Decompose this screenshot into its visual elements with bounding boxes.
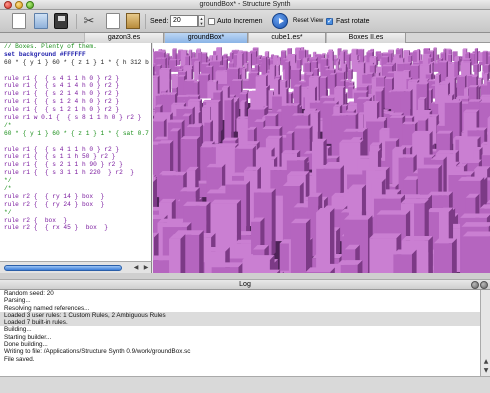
box [347,68,353,80]
fast-rotate-checkbox[interactable] [326,17,333,25]
log-entry: Done building... [4,341,48,349]
tab-gazon3[interactable]: gazon3.es [84,33,164,43]
scroll-left-icon[interactable]: ◀ [132,264,140,272]
log-entry: Loaded 3 user rules: 1 Custom Rules, 2 A… [0,311,480,320]
editor-line: rule r2 { { ry 14 } box } [4,192,105,200]
log-title: Log [239,281,251,288]
editor-line: rule r2 { { rx 45 } box } [4,224,108,232]
log-entry: Parsing... [4,297,31,305]
log-entry: Resolving named references... [4,304,90,312]
box [211,262,244,273]
editor-line: /* [4,185,12,193]
cut-icon[interactable]: ✂ [82,13,96,29]
log-entry: Starting builder... [4,333,52,341]
scroll-right-icon[interactable]: ▶ [142,264,150,272]
box [462,231,490,273]
box [277,57,282,66]
editor-line: rule r1 { { s 4 1 4 h 0 } r2 } [4,82,120,90]
box [340,260,363,273]
reset-view-button[interactable]: Reset View [293,18,323,24]
scroll-down-icon[interactable]: ▼ [482,367,490,375]
tab-boxes-ii[interactable]: Boxes II.es [326,33,406,43]
file-tabs: gazon3.es groundBox* cube1.es* Boxes II.… [0,33,490,43]
editor-line: rule r1 w 0.1 { { s 8 1 1 h 0 } r2 } [4,114,142,122]
script-editor[interactable]: // Boxes. Plenty of them. set background … [0,43,152,261]
tab-groundbox[interactable]: groundBox* [164,33,248,43]
save-icon[interactable] [54,13,68,29]
editor-line: */ [4,177,12,185]
scrollbar-thumb[interactable] [4,265,122,271]
title-bar: groundBox* - Structure Synth [0,0,490,10]
box [433,238,457,273]
toolbar: ✂ Seed: 20 ▲▼ Auto Incremen Reset View F… [0,10,490,33]
box [316,208,335,273]
toolbar-separator [76,14,77,29]
box [474,47,478,66]
editor-line: rule r1 { { s 2 1 1 h 90 } r2 } [4,161,123,169]
editor-line: /* [4,121,12,129]
editor-line: rule r2 { { ry 24 } box } [4,200,105,208]
fast-rotate-label: Fast rotate [336,18,370,25]
editor-line: 60 * { y 1 } 60 * { z 1 } 1 * { h 312 b … [4,58,149,66]
log-close-button[interactable] [480,281,488,289]
editor-line: rule r2 { box } [4,216,68,224]
auto-increment-label: Auto Incremen [217,18,263,25]
box [186,68,193,80]
editor-line: rule r1 { { s 1 2 4 h 0 } r2 } [4,98,120,106]
editor-line: rule r1 { { s 1 1 h 50 } r2 } [4,153,116,161]
log-vertical-scrollbar[interactable]: ▲ ▼ [480,290,490,376]
tab-cube1[interactable]: cube1.es* [248,33,326,43]
log-output: Random seed: 20 Parsing... Resolving named… [0,290,480,376]
box [209,55,213,61]
auto-increment-checkbox[interactable] [208,18,215,25]
box [169,234,186,273]
editor-line: rule r1 { { s 1 2 1 h 0 } r2 } [4,106,120,114]
editor-line: rule r1 { { s 4 1 1 h 0 } r2 } [4,74,120,82]
editor-horizontal-scrollbar[interactable]: ◀ ▶ [0,261,152,273]
seed-label: Seed: [150,18,169,25]
copy-icon[interactable] [106,13,120,29]
paste-icon[interactable] [126,13,140,29]
editor-line: 60 * { y 1 } 60 * { z 1 } 1 * { sat 0.7 … [4,129,149,137]
log-panel-header: Log [0,280,490,290]
editor-line: // Boxes. Plenty of them. [4,43,97,50]
rendered-boxes-scene[interactable] [153,43,490,273]
editor-line: rule r1 { { s 2 1 4 h 0 } r2 } [4,90,120,98]
log-entry: Writing to file: /Applications/Structure… [4,348,191,356]
status-bar [0,376,490,393]
log-entry: Building... [4,326,32,334]
box [224,97,234,144]
editor-line: rule r1 { { s 4 1 1 h 0 } r2 } [4,145,120,153]
3d-render-view[interactable] [153,43,490,273]
log-entry: Loaded 7 built-in rules. [0,319,480,327]
scroll-up-icon[interactable]: ▲ [482,358,490,366]
box [242,67,247,80]
box [290,218,311,273]
toolbar-separator [145,14,146,29]
log-entry: File saved. [4,355,35,363]
new-file-icon[interactable] [12,13,26,29]
log-entry: Random seed: 20 [4,290,54,297]
log-float-button[interactable] [471,281,479,289]
render-play-button[interactable] [272,13,288,29]
editor-line: set background #FFFFFF [4,50,86,58]
window-title: groundBox* - Structure Synth [199,1,291,8]
seed-stepper[interactable]: ▲ ▼ [198,15,205,27]
box [393,249,417,273]
editor-line: */ [4,208,12,216]
seed-input[interactable]: 20 [170,15,198,27]
editor-line: rule r1 { { s 3 1 1 h 220 } r2 } [4,169,134,177]
panel-splitter[interactable] [0,273,490,280]
open-file-icon[interactable] [34,13,48,29]
